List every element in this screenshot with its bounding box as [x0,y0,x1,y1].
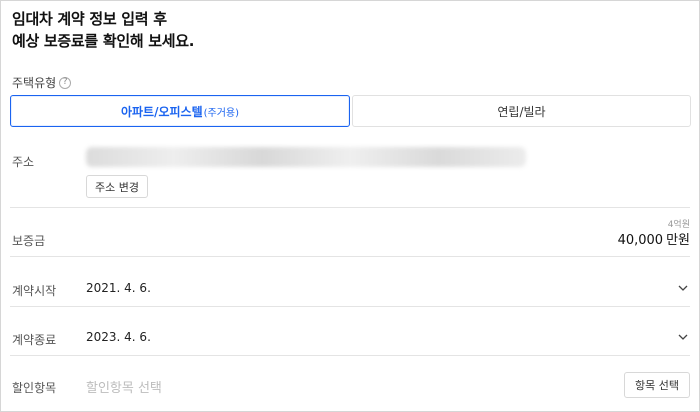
discount-input[interactable]: 할인항목 선택 [86,377,162,396]
housing-type-label: 주택유형 ? [12,74,72,91]
discount-select-button[interactable]: 항목 선택 [624,372,690,398]
deposit-input[interactable]: 40,000 만원 [618,229,690,248]
divider [10,207,690,208]
villa-option-label: 연립/빌라 [497,104,546,119]
contract-end-value[interactable]: 2023. 4. 6. [86,330,151,344]
divider [10,256,690,257]
question-circle-icon[interactable]: ? [59,76,72,89]
headline-line-1: 임대차 계약 정보 입력 후 [12,10,167,28]
divider [10,306,690,307]
headline-line-2: 예상 보증료를 확인해 보세요. [12,32,195,50]
address-value-redacted [86,147,526,167]
deposit-unit: 만원 [666,233,690,248]
chevron-down-icon[interactable] [678,332,688,342]
housing-type-apartment-option[interactable]: 아파트/오피스텔 (주거용) [10,95,350,127]
page-headline: 임대차 계약 정보 입력 후 예상 보증료를 확인해 보세요. [12,8,194,52]
deposit-amount: 40,000 [617,233,664,248]
apartment-option-label: 아파트/오피스텔 [120,104,203,119]
housing-type-label-text: 주택유형 [12,76,57,90]
form-frame [0,0,700,412]
apartment-option-sub: (주거용) [203,107,240,119]
address-label: 주소 [12,155,35,169]
address-change-button[interactable]: 주소 변경 [86,175,148,198]
deposit-label: 보증금 [12,234,46,248]
contract-start-label: 계약시작 [12,284,57,298]
discount-label: 할인항목 [12,381,57,395]
chevron-down-icon[interactable] [678,283,688,293]
contract-start-value[interactable]: 2021. 4. 6. [86,281,151,295]
housing-type-villa-option[interactable]: 연립/빌라 [352,95,691,127]
divider [10,355,690,356]
contract-end-label: 계약종료 [12,333,57,347]
